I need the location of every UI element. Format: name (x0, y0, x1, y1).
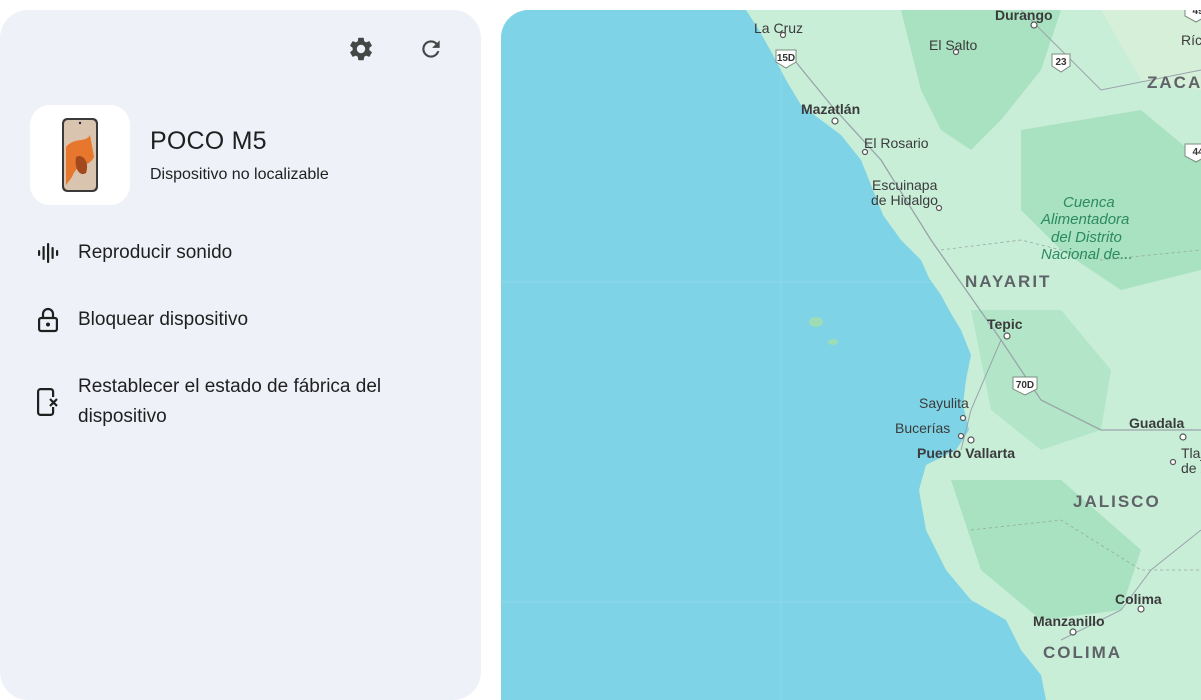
svg-text:44: 44 (1192, 147, 1201, 158)
map-canvas[interactable]: 15D 23 70D 44 49 Durango La Cruz El Salt… (501, 10, 1201, 700)
lock-device-label: Bloquear dispositivo (78, 309, 249, 330)
state-label: ZACA (1147, 73, 1201, 92)
device-status: Dispositivo no localizable (150, 165, 329, 183)
city-label: Durango (995, 10, 1053, 23)
svg-text:49: 49 (1192, 10, 1201, 17)
park-label: Cuenca (1063, 194, 1115, 211)
panel-toolbar (341, 36, 451, 66)
phone-image (62, 118, 98, 192)
city-label: El Salto (929, 37, 977, 53)
lock-icon (30, 305, 66, 335)
device-name: POCO M5 (150, 126, 267, 155)
city-label: Mazatlán (801, 101, 860, 117)
map-view[interactable]: 15D 23 70D 44 49 Durango La Cruz El Salt… (501, 10, 1201, 700)
play-sound-label: Reproducir sonido (78, 242, 233, 263)
city-label: Escuinapa (872, 177, 938, 193)
refresh-icon (418, 36, 444, 67)
svg-text:23: 23 (1055, 57, 1067, 68)
city-label: Manzanillo (1033, 613, 1105, 629)
city-label: Bucerías (895, 420, 950, 436)
city-label: Ríc (1181, 32, 1201, 48)
svg-text:70D: 70D (1016, 380, 1034, 391)
device-panel: POCO M5 Dispositivo no localizable Repro… (0, 10, 481, 700)
device-info: POCO M5 Dispositivo no localizable (150, 127, 329, 184)
park-label: Alimentadora (1040, 211, 1129, 228)
settings-button[interactable] (341, 36, 381, 66)
city-label: Puerto Vallarta (917, 445, 1015, 461)
state-label: JALISCO (1073, 492, 1161, 511)
lock-device-button[interactable]: Bloquear dispositivo (30, 305, 248, 335)
phone-erase-icon (30, 387, 66, 417)
device-thumbnail (30, 105, 130, 205)
settings-icon (347, 35, 375, 68)
factory-reset-button[interactable]: Restablecer el estado de fábrica del dis… (30, 372, 438, 432)
refresh-button[interactable] (411, 36, 451, 66)
device-card[interactable]: POCO M5 Dispositivo no localizable (30, 105, 329, 205)
state-label: NAYARIT (965, 272, 1051, 291)
factory-reset-label: Restablecer el estado de fábrica del dis… (78, 376, 382, 427)
city-label: El Rosario (864, 135, 929, 151)
city-label: La Cruz (754, 20, 803, 36)
city-label: Sayulita (919, 395, 969, 411)
city-label: Tepic (987, 316, 1023, 332)
city-label: de Z (1181, 460, 1201, 476)
city-label: Guadala (1129, 415, 1184, 431)
city-label: Tlaj (1181, 445, 1201, 461)
city-label: de Hidalgo (871, 192, 938, 208)
park-label: del Distrito (1051, 229, 1122, 246)
park-label: Nacional de... (1041, 246, 1133, 263)
svg-text:15D: 15D (777, 53, 795, 64)
sound-wave-icon (30, 238, 66, 268)
city-label: Colima (1115, 591, 1162, 607)
state-label: COLIMA (1043, 643, 1122, 662)
play-sound-button[interactable]: Reproducir sonido (30, 238, 232, 268)
